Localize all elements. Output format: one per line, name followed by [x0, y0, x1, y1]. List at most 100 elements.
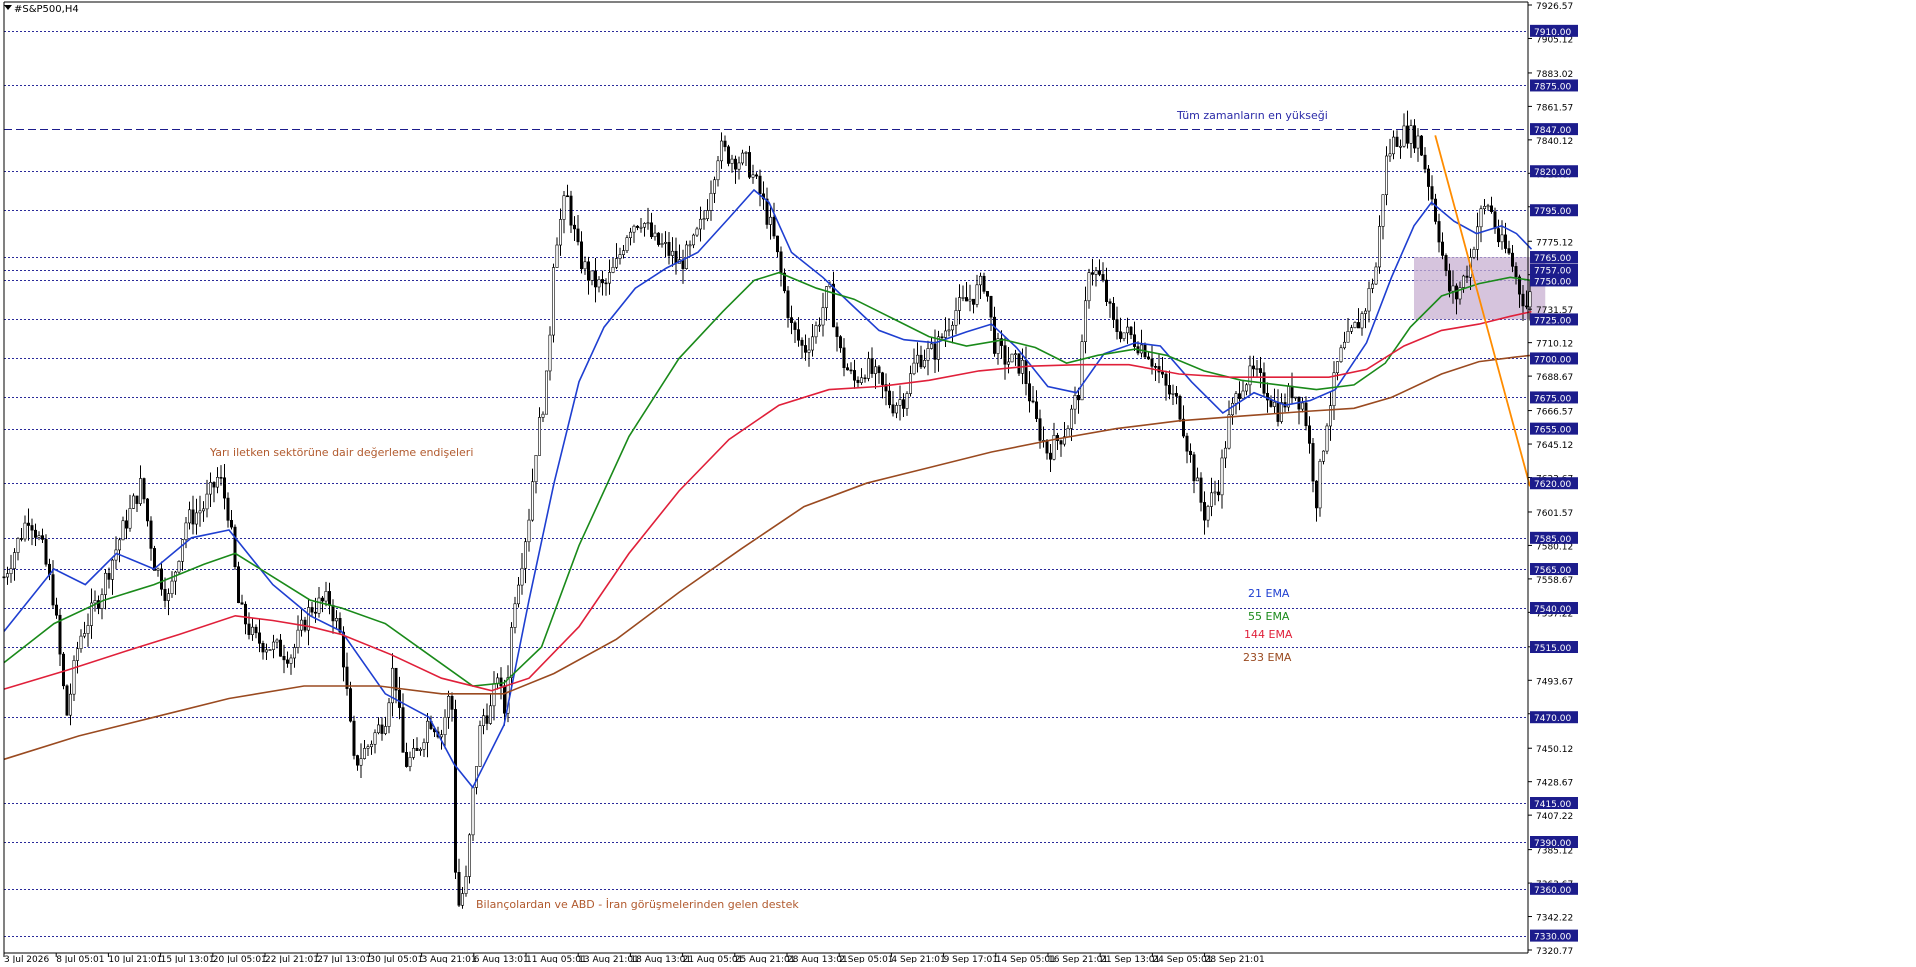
candle-body	[870, 358, 874, 374]
candle-body	[170, 580, 174, 595]
level-tag-label: 7847.00	[1534, 126, 1571, 136]
candle-body	[1101, 274, 1105, 281]
candle-body	[835, 326, 839, 337]
candle-body	[19, 538, 23, 540]
candle-body	[425, 720, 429, 743]
legend-ema-55: 55 EMA	[1248, 610, 1290, 623]
candle-body	[1003, 345, 1007, 365]
candle-body	[278, 639, 282, 657]
x-tick-label: 30 Jul 05:01	[369, 955, 423, 963]
candle-body	[1325, 425, 1329, 452]
candle-body	[86, 625, 90, 634]
candle-body	[1462, 275, 1466, 288]
candle-body	[128, 508, 132, 529]
symbol-menu-icon[interactable]	[4, 5, 12, 10]
candle-body	[1112, 303, 1116, 320]
candle-body	[912, 362, 916, 375]
candle-body	[121, 520, 125, 541]
candle-body	[450, 695, 454, 710]
candle-body	[810, 336, 814, 351]
candle-body	[1031, 400, 1035, 403]
candle-body	[331, 605, 335, 622]
candle-body	[366, 746, 370, 749]
candle-body	[807, 349, 811, 353]
candle-body	[688, 244, 692, 247]
candle-body	[464, 876, 468, 894]
candle-body	[146, 498, 150, 522]
candle-body	[1483, 206, 1487, 210]
level-tag-label: 7540.00	[1534, 605, 1571, 615]
candle-body	[65, 685, 69, 716]
candle-body	[1294, 396, 1298, 399]
candle-body	[212, 482, 216, 488]
candle-body	[1511, 252, 1515, 267]
candle-body	[1441, 241, 1445, 256]
candle-body	[1245, 384, 1249, 392]
candle-body	[1329, 405, 1333, 427]
candle-body	[632, 225, 636, 233]
candle-body	[915, 354, 919, 364]
candle-body	[1423, 154, 1427, 170]
candle-body	[1301, 402, 1305, 410]
candle-body	[565, 195, 569, 198]
candle-body	[271, 641, 275, 650]
candle-body	[125, 520, 129, 529]
candle-body	[1017, 353, 1021, 374]
candle-body	[44, 539, 48, 565]
candle-body	[373, 732, 377, 745]
x-tick-label: 24 Sep 05:01	[1152, 955, 1212, 963]
candle-body	[817, 324, 821, 327]
candle-body	[758, 175, 762, 195]
candle-body	[1238, 393, 1242, 399]
x-tick-label: 27 Jul 13:01	[317, 955, 371, 963]
candle-body	[1091, 272, 1095, 275]
x-tick-label: 22 Jul 21:01	[265, 955, 319, 963]
candle-body	[1339, 347, 1343, 362]
candle-body	[1381, 194, 1385, 227]
candle-body	[1059, 440, 1063, 445]
level-tag-label: 7360.00	[1534, 886, 1571, 896]
candle-body	[177, 561, 181, 573]
chart-area[interactable]: 7926.577905.127883.027861.577840.127818.…	[0, 0, 1916, 965]
candle-body	[257, 632, 261, 644]
candle-body	[800, 339, 804, 346]
candle-body	[1164, 373, 1168, 386]
candle-body	[1210, 492, 1214, 507]
candle-body	[705, 210, 709, 219]
candle-body	[1346, 331, 1350, 343]
candle-body	[604, 282, 608, 285]
candle-body	[737, 162, 741, 170]
candle-body	[135, 495, 139, 504]
candle-body	[471, 787, 475, 836]
candle-body	[1171, 393, 1175, 395]
candle-body	[1504, 234, 1508, 249]
candle-body	[1049, 452, 1053, 460]
candle-body	[167, 593, 171, 601]
candle-body	[744, 152, 748, 154]
candle-body	[544, 370, 548, 415]
symbol-title: #S&P500,H4	[14, 4, 79, 15]
candle-body	[1353, 322, 1357, 329]
candle-body	[1528, 291, 1532, 308]
y-tick-label: 7407.22	[1536, 812, 1573, 822]
candle-body	[404, 752, 408, 767]
candle-body	[607, 272, 611, 284]
candle-body	[313, 611, 317, 614]
annotation-earnings-support: Bilançolardan ve ABD - İran görüşmelerin…	[476, 898, 799, 911]
level-tag-label: 7765.00	[1534, 254, 1571, 264]
candle-body	[1066, 428, 1070, 438]
candle-body	[842, 347, 846, 369]
candle-body	[576, 228, 580, 243]
candle-body	[1444, 255, 1448, 271]
candle-body	[1231, 402, 1235, 416]
y-tick-label: 7883.02	[1536, 70, 1573, 80]
candle-body	[733, 158, 737, 170]
price-chart[interactable]: 7926.577905.127883.027861.577840.127818.…	[0, 0, 1916, 965]
candle-body	[209, 482, 213, 495]
candle-body	[1409, 125, 1413, 144]
candle-body	[667, 242, 671, 256]
candle-body	[1035, 401, 1039, 419]
candle-body	[446, 695, 450, 718]
level-tag-label: 7725.00	[1534, 316, 1571, 326]
candle-body	[639, 226, 643, 229]
